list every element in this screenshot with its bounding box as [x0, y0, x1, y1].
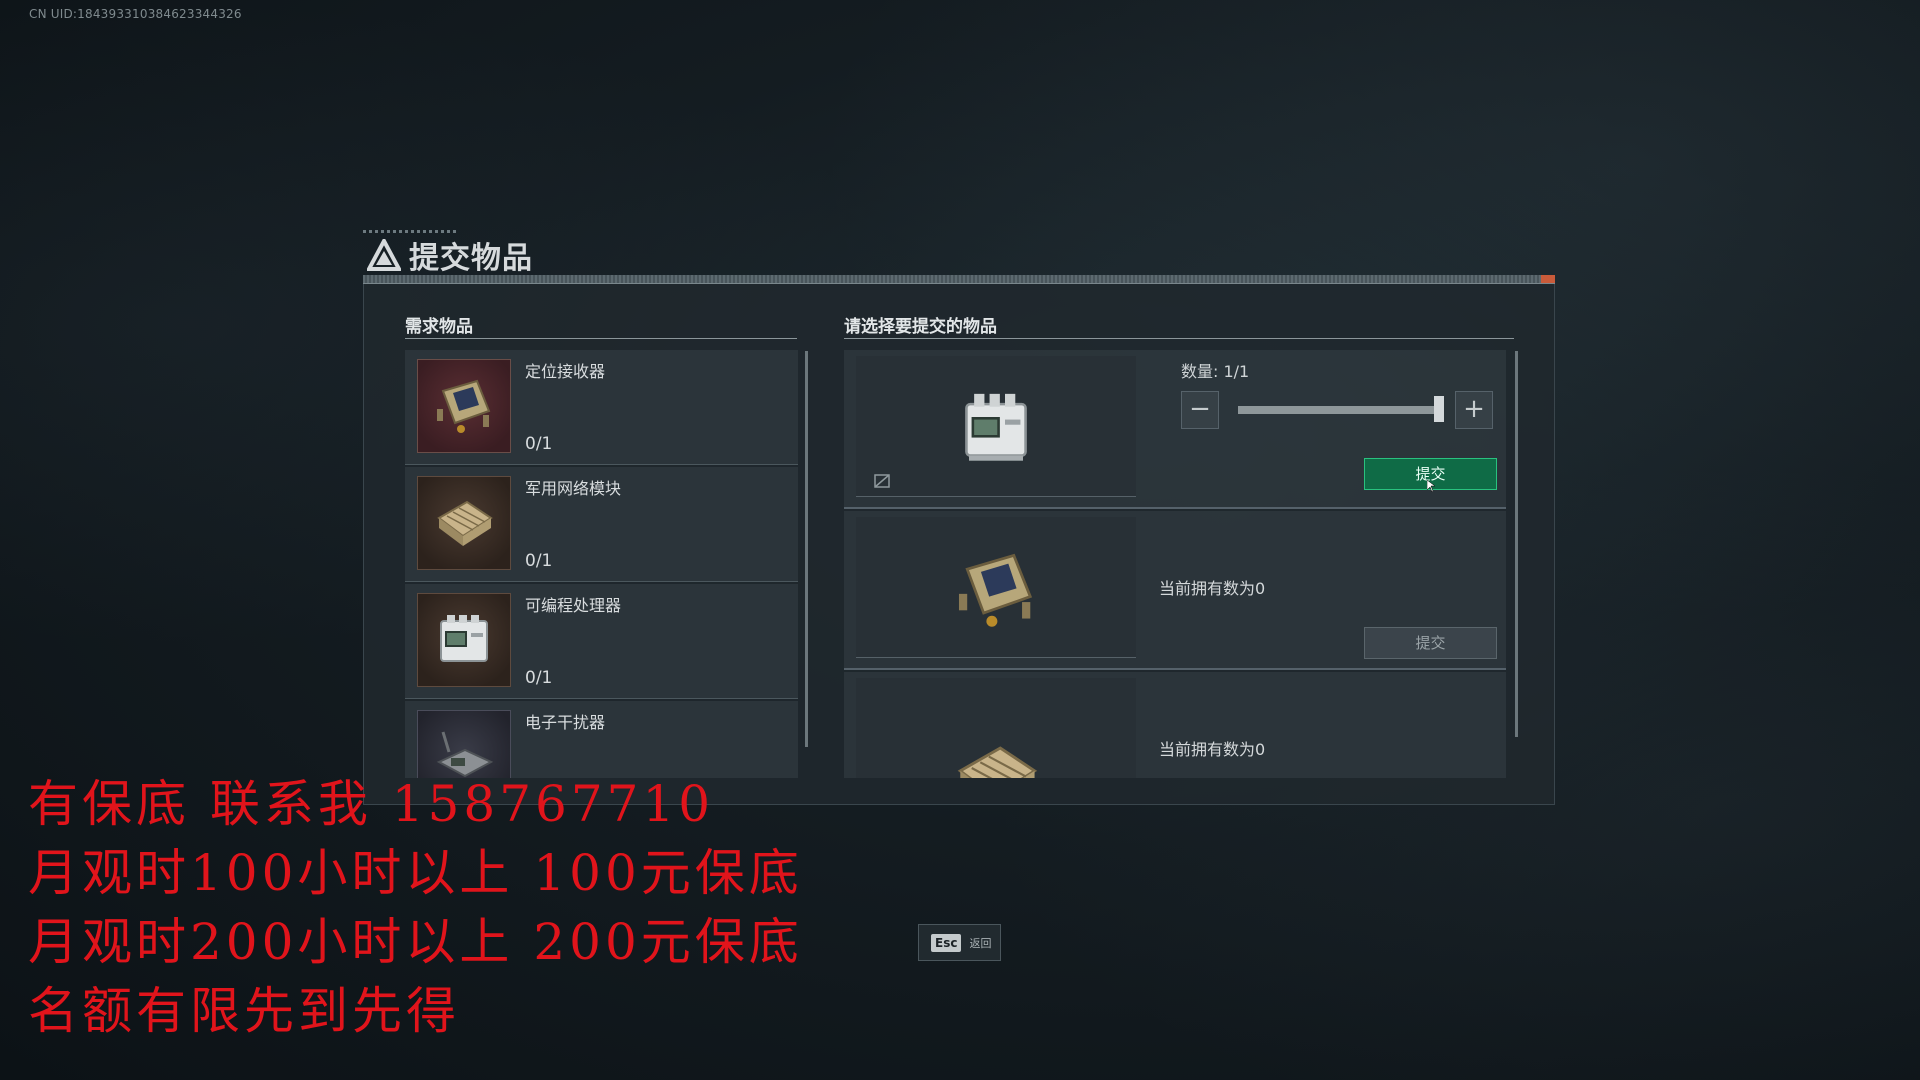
dialog-title-text: 提交物品 — [409, 241, 533, 276]
required-item-name: 军用网络模块 — [525, 479, 622, 498]
gps-receiver-icon — [958, 553, 1033, 627]
promo-line: 有保底 联系我 158767710 — [28, 775, 715, 833]
gps-receiver-icon — [437, 379, 491, 433]
decrease-button[interactable]: − — [1181, 391, 1219, 429]
quantity-slider[interactable] — [1238, 406, 1440, 414]
quantity-label: 数量: 1/1 — [1181, 362, 1250, 381]
submit-item-image — [856, 678, 1136, 778]
required-item-name: 可编程处理器 — [525, 596, 622, 615]
required-item-name: 电子干扰器 — [525, 713, 606, 732]
owned-count-label: 当前拥有数为0 — [1159, 740, 1266, 759]
submit-item-row: 数量: 1/1 − + 提交 — [844, 350, 1506, 509]
back-label: 返回 — [969, 936, 992, 950]
required-item-count: 0/1 — [525, 434, 553, 454]
esc-key-hint: Esc — [931, 933, 962, 952]
unlock-tag-icon — [874, 474, 890, 488]
required-item-row[interactable]: 军用网络模块 0/1 — [405, 467, 798, 582]
submit-items-list[interactable]: 数量: 1/1 − + 提交 当前拥有数为0 提交 当前拥有数为0 — [844, 350, 1506, 778]
select-header-underline — [844, 338, 1514, 339]
required-items-header: 需求物品 — [405, 317, 473, 337]
required-item-thumb — [417, 359, 511, 453]
required-item-row[interactable]: 定位接收器 0/1 — [405, 350, 798, 465]
required-item-row[interactable]: 电子干扰器 — [405, 701, 798, 778]
submit-item-row: 当前拥有数为0 — [844, 672, 1506, 778]
promo-line: 月观时200小时以上 200元保底 — [28, 913, 803, 971]
required-header-underline — [405, 338, 797, 339]
required-items-list[interactable]: 定位接收器 0/1 军用网络模块 0/1 可编程处理器 0/1 电子干扰器 — [405, 350, 798, 778]
select-items-header: 请选择要提交的物品 — [844, 317, 997, 337]
submit-item-image — [856, 517, 1136, 658]
required-item-count: 0/1 — [525, 551, 553, 571]
network-module-icon — [437, 500, 493, 546]
submit-item-image — [856, 356, 1136, 497]
panel-top-bar — [363, 275, 1555, 284]
promo-overlay: 有保底 联系我 158767710 月观时100小时以上 100元保底 月观时2… — [28, 770, 803, 1046]
required-item-name: 定位接收器 — [525, 362, 606, 381]
faction-triangle-icon — [367, 239, 401, 271]
required-item-thumb — [417, 476, 511, 570]
required-item-thumb — [417, 593, 511, 687]
network-module-icon — [957, 746, 1038, 778]
uid-label: CN UID:184393310384623344326 — [29, 7, 242, 21]
submit-list-scrollbar[interactable] — [1515, 351, 1518, 737]
quantity-slider-handle[interactable] — [1434, 396, 1444, 422]
required-item-count: 0/1 — [525, 668, 553, 688]
promo-line: 月观时100小时以上 100元保底 — [28, 844, 803, 902]
promo-line: 名额有限先到先得 — [28, 982, 460, 1040]
submit-item-row: 当前拥有数为0 提交 — [844, 511, 1506, 670]
mouse-cursor-icon — [1427, 480, 1435, 492]
owned-count-label: 当前拥有数为0 — [1159, 579, 1266, 598]
required-list-scrollbar[interactable] — [805, 351, 808, 747]
required-item-row[interactable]: 可编程处理器 0/1 — [405, 584, 798, 699]
programmable-processor-icon — [965, 393, 1027, 461]
required-item-thumb — [417, 710, 511, 778]
increase-button[interactable]: + — [1455, 391, 1493, 429]
back-button[interactable]: Esc 返回 — [918, 924, 1001, 961]
programmable-processor-icon — [440, 615, 488, 662]
dialog-title: 提交物品 — [367, 233, 533, 277]
submit-button-disabled[interactable]: 提交 — [1364, 627, 1497, 659]
